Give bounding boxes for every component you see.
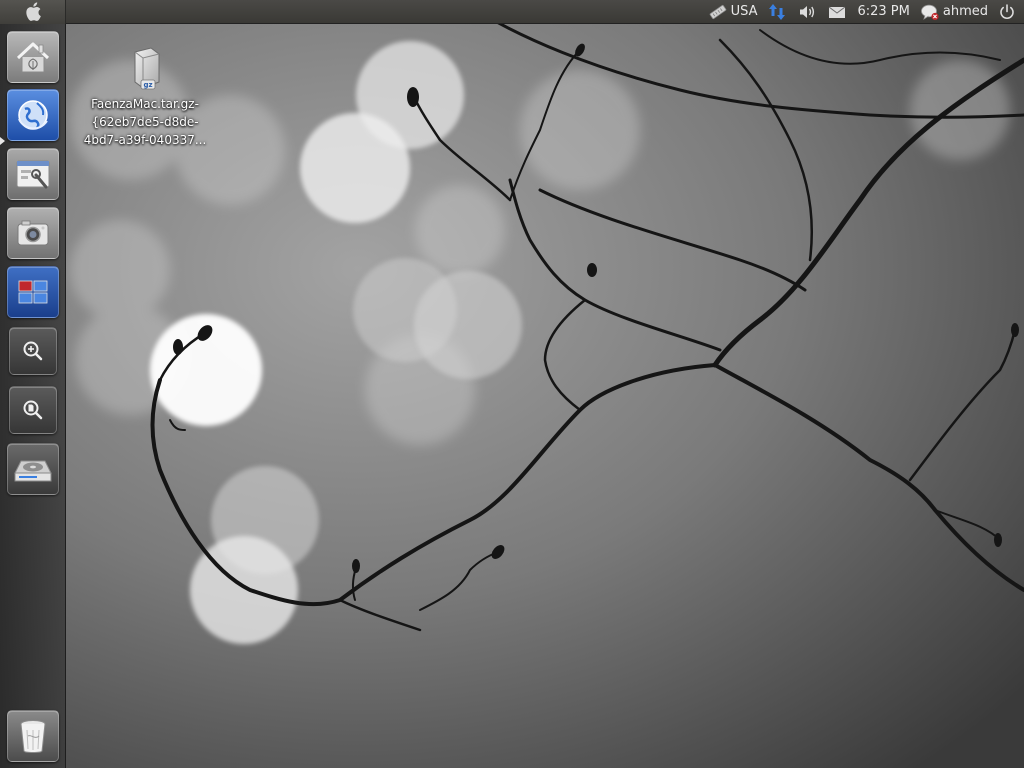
volume-indicator[interactable]: [792, 0, 822, 24]
launcher-system-settings[interactable]: [7, 148, 59, 200]
chat-status-icon: [920, 4, 939, 21]
launcher: [0, 24, 66, 768]
apple-logo-icon: [25, 2, 41, 21]
desktop-screen: gz FaenzaMac.tar.gz- {62eb7de5-d8de- 4bd…: [0, 0, 1024, 768]
launcher-web-browser[interactable]: [7, 89, 59, 141]
clock-indicator[interactable]: 6:23 PM: [852, 0, 914, 24]
username-label: ahmed: [942, 4, 988, 19]
keyboard-layout-label: USA: [730, 4, 758, 19]
messaging-indicator[interactable]: [822, 0, 852, 24]
apple-menu-button[interactable]: [0, 0, 66, 24]
settings-icon: [16, 160, 50, 189]
indicator-tray: USA 6:23 PM ahmed: [703, 0, 1024, 24]
volume-icon: [800, 6, 815, 18]
launcher-trash[interactable]: [7, 710, 59, 762]
mail-icon: [829, 6, 846, 18]
globe-icon: [18, 100, 48, 130]
camera-icon: [17, 220, 49, 246]
launcher-home-folder[interactable]: [7, 31, 59, 83]
user-indicator[interactable]: ahmed: [915, 0, 993, 24]
desktop-file-label-line-2: {62eb7de5-d8de-: [91, 115, 199, 129]
keyboard-indicator[interactable]: USA: [703, 0, 763, 24]
network-indicator[interactable]: [762, 0, 792, 24]
launcher-zoom-in[interactable]: [9, 327, 57, 375]
session-indicator[interactable]: [993, 0, 1024, 24]
desktop-file-label-line-3: 4bd7-a39f-040337...: [83, 133, 207, 147]
launcher-file-search[interactable]: [9, 386, 57, 434]
document-search-icon: [23, 400, 43, 420]
archive-file-icon: gz: [134, 47, 160, 90]
desktop-file-label-line-1: FaenzaMac.tar.gz-: [91, 97, 199, 111]
network-icon: [769, 4, 786, 20]
launcher-disk-drive[interactable]: [7, 443, 59, 495]
top-panel: USA 6:23 PM ahmed: [0, 0, 1024, 24]
keyboard-icon: [709, 4, 726, 20]
launcher-workspace-switcher[interactable]: [7, 266, 59, 318]
launcher-screenshot[interactable]: [7, 207, 59, 259]
clock-label: 6:23 PM: [857, 4, 910, 19]
running-indicator: [0, 137, 5, 145]
power-icon: [1000, 4, 1014, 19]
hard-drive-icon: [14, 460, 52, 482]
archive-badge: gz: [143, 81, 152, 89]
home-icon: [16, 42, 50, 73]
trash-icon: [20, 720, 46, 753]
workspaces-icon: [18, 280, 48, 304]
zoom-in-icon: [23, 341, 43, 361]
desktop-file-faenzamac[interactable]: gz FaenzaMac.tar.gz- {62eb7de5-d8de- 4bd…: [70, 44, 220, 150]
